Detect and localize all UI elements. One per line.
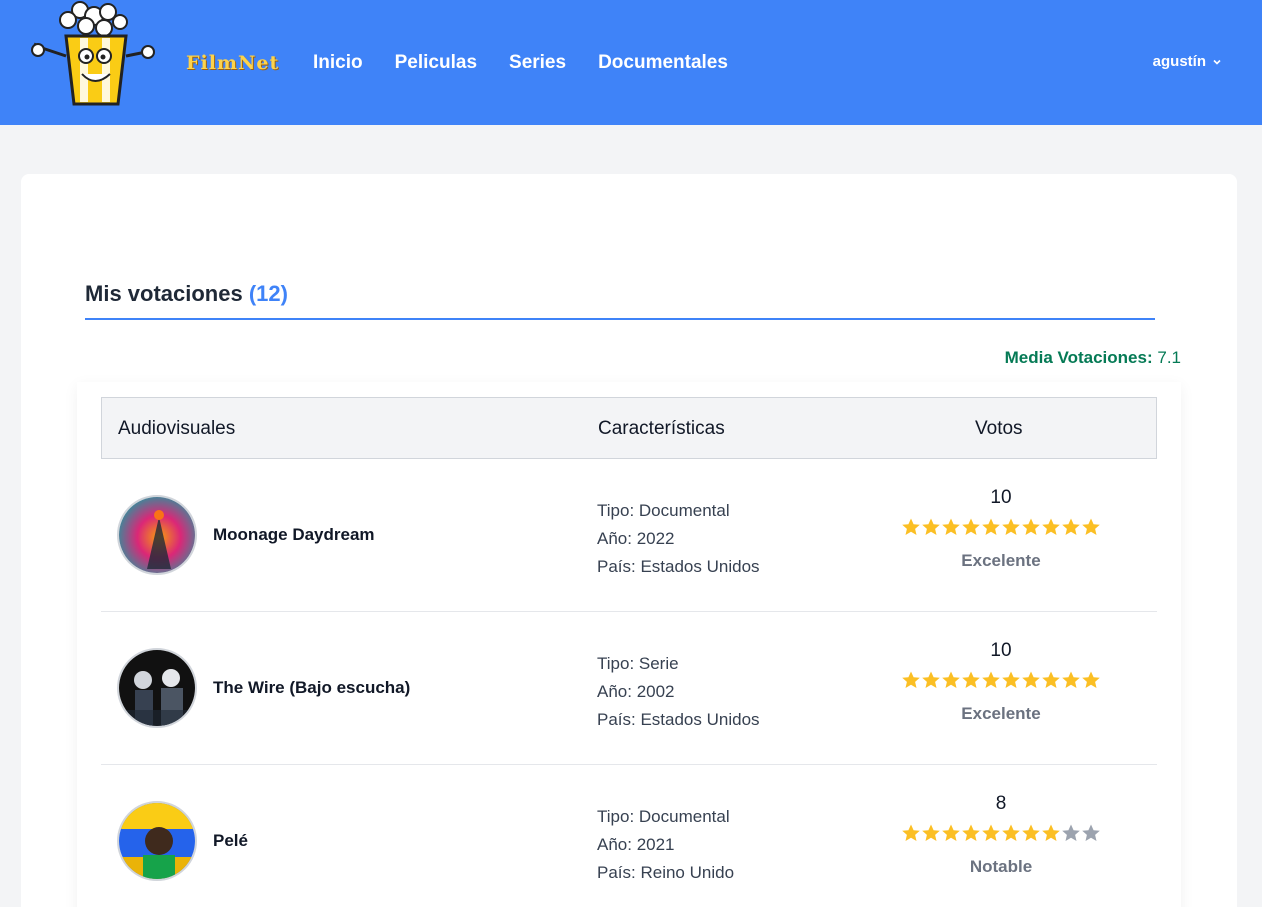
star-icon[interactable] [921, 670, 941, 690]
vote-value: 10 [990, 640, 1012, 661]
star-icon[interactable] [921, 517, 941, 537]
vote-block: 8 Notable [891, 793, 1111, 877]
average-value: 7.1 [1157, 348, 1181, 367]
brand-logo[interactable]: FilmNet [28, 0, 278, 112]
star-icon[interactable] [961, 517, 981, 537]
table-header: Audiovisuales Características Votos [101, 397, 1157, 459]
vote-label: Excelente [961, 704, 1041, 723]
star-icon[interactable] [1021, 823, 1041, 843]
star-icon[interactable] [1041, 517, 1061, 537]
user-name: agustín [1152, 53, 1206, 70]
film-pais: País: Estados Unidos [597, 557, 760, 576]
star-icon[interactable] [1061, 823, 1081, 843]
poster-image[interactable] [117, 495, 197, 575]
page-title-text: Mis votaciones [85, 281, 243, 306]
star-icon[interactable] [961, 823, 981, 843]
title-underline [85, 318, 1155, 320]
star-icon[interactable] [1001, 823, 1021, 843]
vote-value: 8 [995, 793, 1007, 814]
star-icon[interactable] [941, 823, 961, 843]
vote-value: 10 [990, 487, 1012, 508]
poster-image[interactable] [117, 648, 197, 728]
star-icon[interactable] [941, 517, 961, 537]
star-icon[interactable] [1041, 670, 1061, 690]
star-icon[interactable] [1061, 517, 1081, 537]
film-title[interactable]: The Wire (Bajo escucha) [213, 678, 410, 698]
star-icon[interactable] [901, 670, 921, 690]
header-votos: Votos [975, 418, 1023, 439]
navbar: FilmNet Inicio Peliculas Series Document… [0, 0, 1262, 125]
film-tipo: Tipo: Serie [597, 654, 679, 673]
table-row: Pelé Tipo: Documental Año: 2021 País: Re… [101, 765, 1157, 907]
star-icon[interactable] [1001, 670, 1021, 690]
star-icon[interactable] [1041, 823, 1061, 843]
film-meta: Tipo: Documental Año: 2022 País: Estados… [597, 497, 760, 581]
star-rating[interactable] [891, 517, 1111, 537]
user-menu[interactable]: agustín [1153, 53, 1222, 70]
table-row: The Wire (Bajo escucha) Tipo: Serie Año:… [101, 612, 1157, 765]
star-icon[interactable] [941, 670, 961, 690]
page-title: Mis votaciones (12) [85, 281, 288, 307]
header-caracteristicas: Características [598, 418, 725, 439]
film-title[interactable]: Moonage Daydream [213, 525, 375, 545]
film-meta: Tipo: Serie Año: 2002 País: Estados Unid… [597, 650, 760, 734]
star-icon[interactable] [961, 670, 981, 690]
film-pais: País: Estados Unidos [597, 710, 760, 729]
brand-name: FilmNet [186, 52, 280, 74]
star-icon[interactable] [1021, 517, 1041, 537]
votes-card: Mis votaciones (12) Media Votaciones: 7.… [21, 174, 1237, 907]
average-votes: Media Votaciones: 7.1 [1005, 348, 1181, 368]
nav-item-peliculas[interactable]: Peliculas [395, 52, 477, 74]
film-pais: País: Reino Unido [597, 863, 735, 882]
table-row: Moonage Daydream Tipo: Documental Año: 2… [101, 459, 1157, 612]
nav-item-documentales[interactable]: Documentales [598, 52, 728, 74]
star-icon[interactable] [901, 517, 921, 537]
header-audiovisuales: Audiovisuales [118, 418, 236, 439]
star-icon[interactable] [1081, 823, 1101, 843]
star-icon[interactable] [1081, 517, 1101, 537]
film-anio: Año: 2002 [597, 682, 675, 701]
star-rating[interactable] [891, 670, 1111, 690]
votes-count: (12) [248, 281, 288, 306]
chevron-down-icon [1213, 59, 1221, 65]
star-icon[interactable] [1001, 517, 1021, 537]
star-icon[interactable] [981, 517, 1001, 537]
vote-block: 10 Excelente [891, 487, 1111, 571]
vote-block: 10 Excelente [891, 640, 1111, 724]
star-icon[interactable] [1021, 670, 1041, 690]
main-nav: Inicio Peliculas Series Documentales [313, 52, 728, 74]
film-anio: Año: 2021 [597, 835, 675, 854]
star-icon[interactable] [981, 670, 1001, 690]
film-tipo: Tipo: Documental [597, 807, 730, 826]
star-icon[interactable] [921, 823, 941, 843]
star-icon[interactable] [981, 823, 1001, 843]
star-icon[interactable] [901, 823, 921, 843]
popcorn-logo [31, 1, 155, 106]
vote-label: Excelente [961, 551, 1041, 570]
average-label: Media Votaciones: [1004, 348, 1153, 367]
poster-image[interactable] [117, 801, 197, 881]
votes-table: Audiovisuales Características Votos Moon… [77, 382, 1181, 907]
film-title[interactable]: Pelé [213, 831, 248, 851]
film-anio: Año: 2022 [597, 529, 675, 548]
star-icon[interactable] [1081, 670, 1101, 690]
film-meta: Tipo: Documental Año: 2021 País: Reino U… [597, 803, 734, 887]
star-icon[interactable] [1061, 670, 1081, 690]
vote-label: Notable [969, 857, 1033, 876]
film-tipo: Tipo: Documental [597, 501, 730, 520]
nav-item-inicio[interactable]: Inicio [313, 52, 363, 74]
star-rating[interactable] [891, 823, 1111, 843]
nav-item-series[interactable]: Series [509, 52, 566, 74]
